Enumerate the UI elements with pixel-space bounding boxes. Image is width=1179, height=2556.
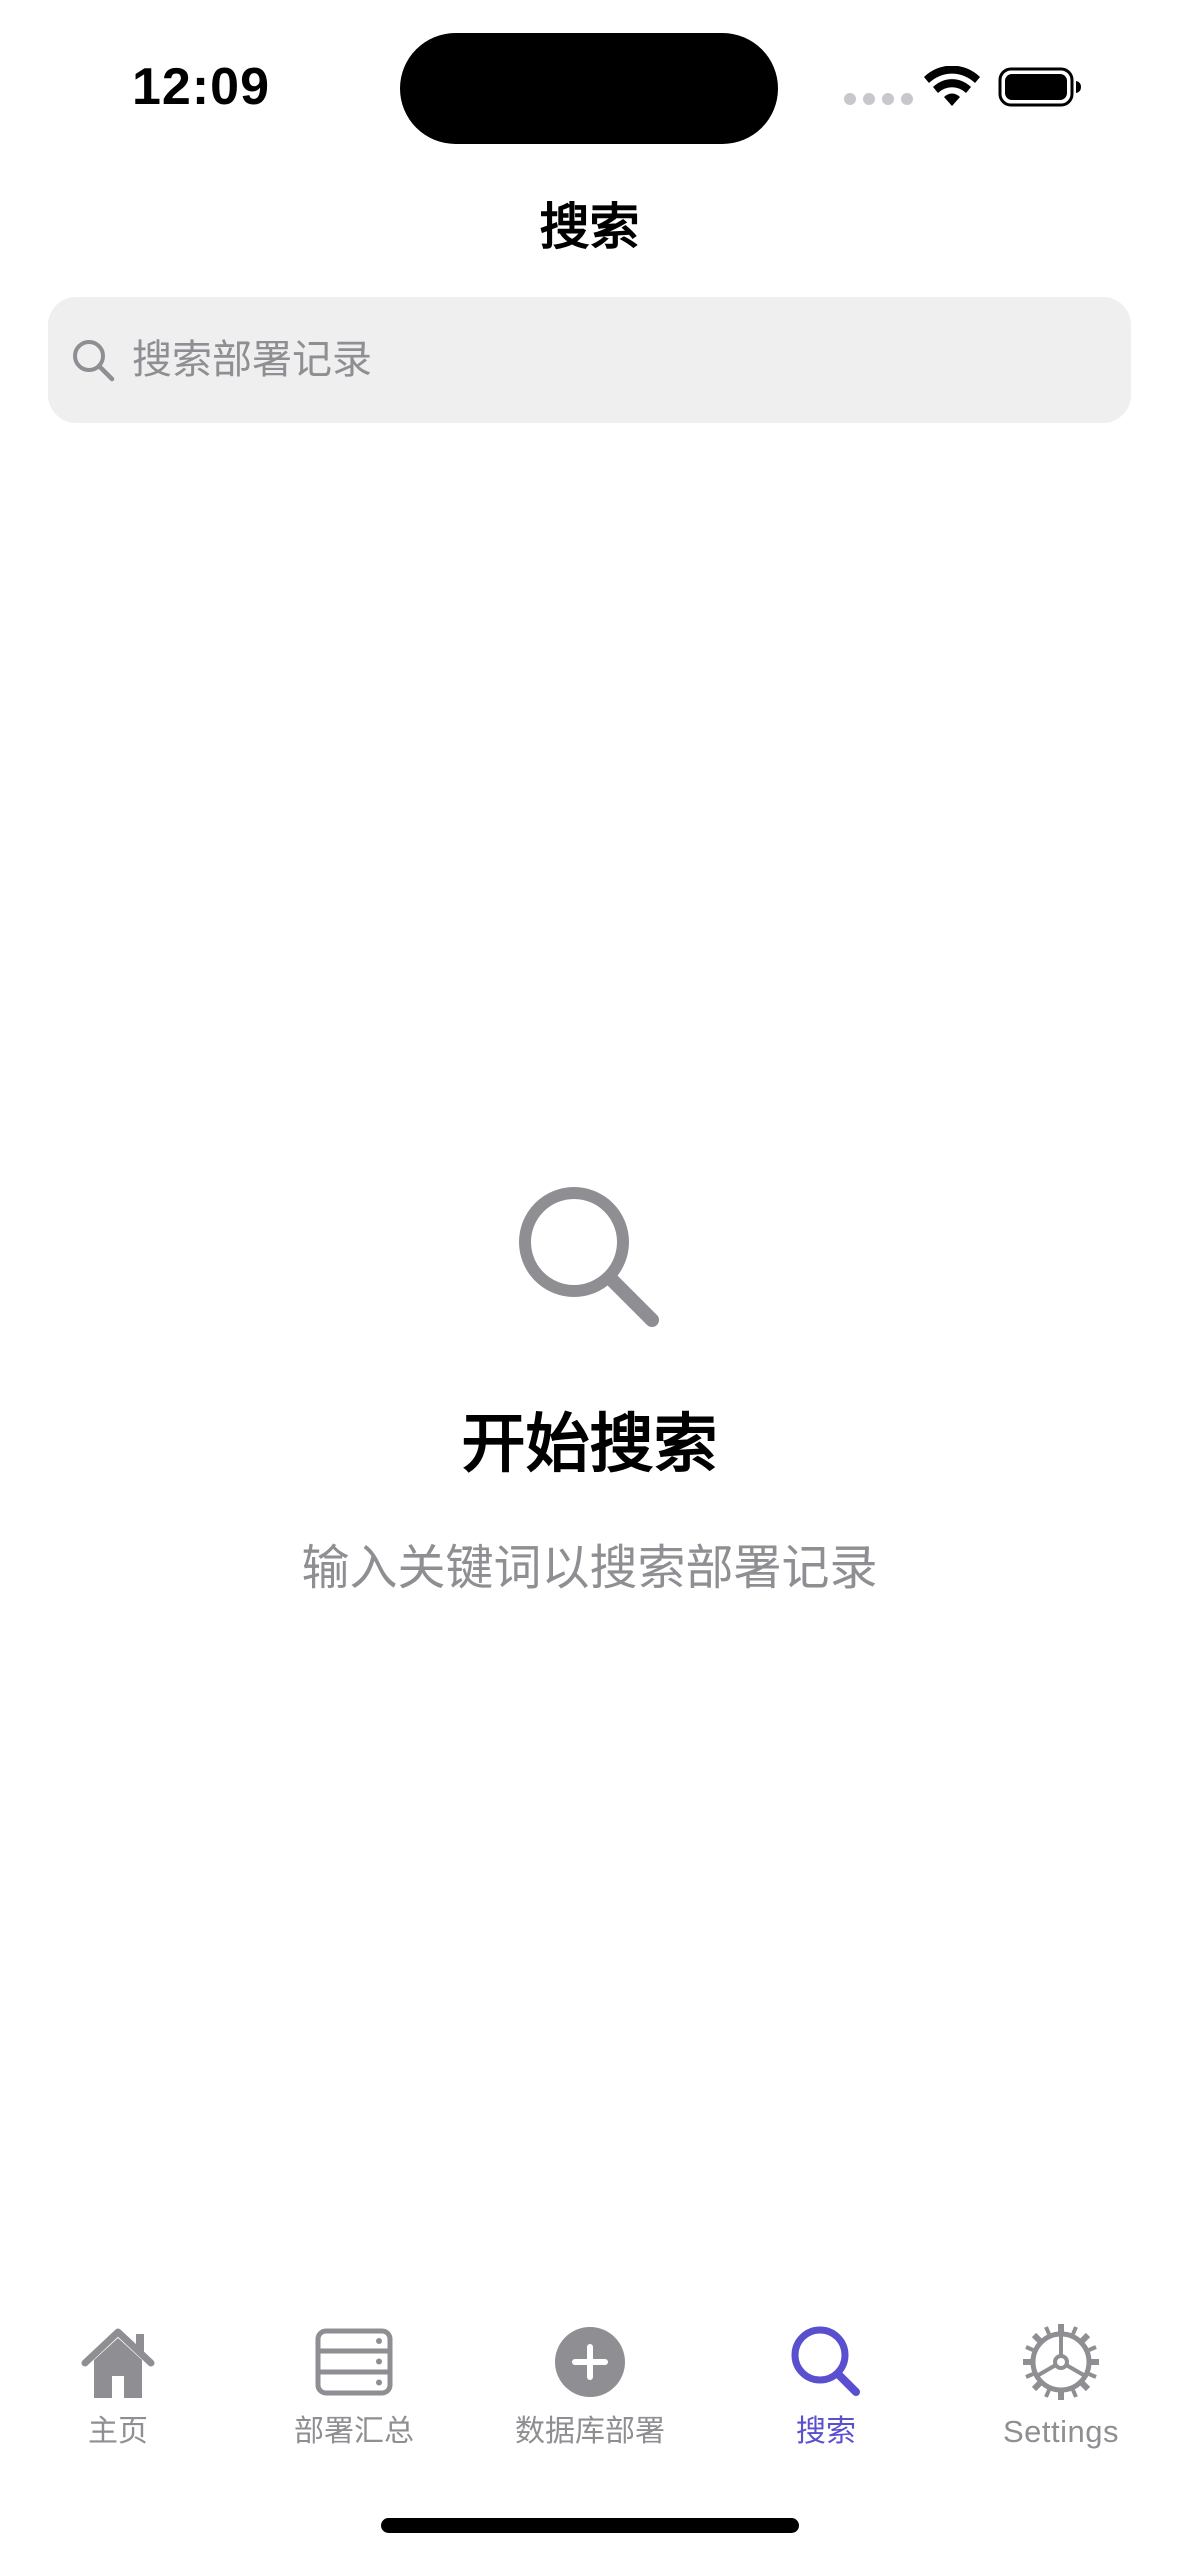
search-screen: 12:09 搜索 开始搜索 输入关键词以搜索部署记录 xyxy=(0,0,1179,2556)
search-icon xyxy=(791,2326,860,2396)
page-title: 搜索 xyxy=(539,198,640,256)
tab-settings-label: Settings xyxy=(1002,2414,1119,2449)
status-time: 12:09 xyxy=(132,58,270,116)
server-rack-icon xyxy=(315,2328,393,2396)
plus-circle-icon xyxy=(555,2327,625,2397)
tab-home-label: 主页 xyxy=(88,2414,148,2449)
tab-database-deploy-label: 数据库部署 xyxy=(515,2414,665,2449)
search-bar[interactable] xyxy=(48,297,1131,423)
tab-home[interactable]: 主页 xyxy=(0,2320,236,2470)
gear-icon xyxy=(1023,2324,1099,2400)
house-icon xyxy=(81,2328,155,2398)
search-icon xyxy=(73,340,115,382)
tab-deployment-summary-label: 部署汇总 xyxy=(294,2414,414,2449)
tab-settings[interactable]: Settings xyxy=(943,2320,1179,2470)
wifi-icon xyxy=(924,66,980,106)
tab-bar: 主页 部署汇总 数据库部署 搜索 Settings xyxy=(0,2300,1179,2480)
search-icon xyxy=(519,1187,659,1327)
tab-database-deploy[interactable]: 数据库部署 xyxy=(472,2320,708,2470)
battery-icon xyxy=(998,67,1081,107)
empty-state-title: 开始搜索 xyxy=(461,1408,718,1482)
signal-dots-icon xyxy=(844,93,913,105)
tab-deployment-summary[interactable]: 部署汇总 xyxy=(236,2320,472,2470)
search-input[interactable] xyxy=(132,320,1092,400)
tab-search[interactable]: 搜索 xyxy=(708,2320,944,2470)
dynamic-island xyxy=(400,33,778,144)
tab-search-label: 搜索 xyxy=(796,2414,856,2449)
home-indicator[interactable] xyxy=(381,2518,799,2533)
empty-state-subtitle: 输入关键词以搜索部署记录 xyxy=(301,1540,878,1596)
